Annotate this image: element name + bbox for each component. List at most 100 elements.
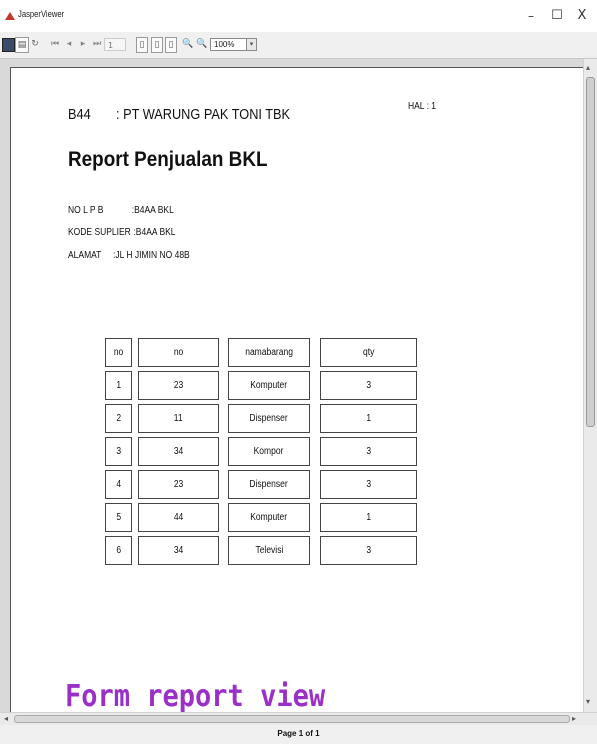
zoom-in-icon[interactable]: 🔍 bbox=[182, 37, 194, 51]
table-cell: 23 bbox=[138, 371, 219, 400]
previous-page-icon[interactable]: ◂ bbox=[64, 37, 74, 51]
cell-value: 2 bbox=[116, 413, 121, 424]
table-cell: Televisi bbox=[228, 536, 310, 565]
close-button[interactable]: X bbox=[571, 6, 593, 26]
viewer-toolbar: ▤ ↻ ⏮ ◂ ▸ ⏭ 1 ▯ ▯ ▯ 🔍 🔍 100% ▾ bbox=[0, 32, 597, 59]
table-cell: Komputer bbox=[228, 503, 310, 532]
cell-value: 6 bbox=[116, 545, 121, 556]
table-cell: 3 bbox=[320, 437, 417, 466]
window-title: JasperViewer bbox=[18, 9, 65, 19]
cell-value: Komputer bbox=[250, 512, 288, 523]
zoom-select[interactable]: 100% bbox=[210, 38, 248, 51]
table-cell: 3 bbox=[105, 437, 132, 466]
table-cell: 5 bbox=[105, 503, 132, 532]
page-label: HAL : 1 bbox=[408, 101, 437, 112]
table-cell: 4 bbox=[105, 470, 132, 499]
cell-value: 34 bbox=[173, 545, 184, 556]
zoom-out-icon[interactable]: 🔍 bbox=[196, 37, 208, 51]
scroll-down-icon[interactable]: ▾ bbox=[586, 697, 590, 706]
header-label: no bbox=[173, 347, 184, 358]
horizontal-scroll-thumb[interactable] bbox=[14, 715, 570, 723]
cell-value: Dispenser bbox=[249, 413, 289, 424]
caption-overlay: Form report view bbox=[65, 679, 326, 712]
maximize-button[interactable]: ☐ bbox=[546, 6, 568, 26]
cell-value: 44 bbox=[173, 512, 184, 523]
cell-value: 1 bbox=[366, 512, 371, 523]
scroll-up-icon[interactable]: ▴ bbox=[586, 63, 590, 72]
report-title: Report Penjualan BKL bbox=[68, 148, 268, 171]
cell-value: 1 bbox=[116, 380, 121, 391]
jasper-logo-icon bbox=[5, 12, 15, 20]
scroll-right-icon[interactable]: ▸ bbox=[572, 714, 576, 723]
last-page-icon[interactable]: ⏭ bbox=[92, 37, 102, 51]
table-cell: Kompor bbox=[228, 437, 310, 466]
table-cell: 44 bbox=[138, 503, 219, 532]
cell-value: 11 bbox=[174, 413, 183, 424]
table-cell: Komputer bbox=[228, 371, 310, 400]
actual-size-icon[interactable]: ▯ bbox=[151, 37, 163, 53]
info-label: ALAMAT bbox=[68, 250, 102, 261]
chevron-down-icon[interactable]: ▾ bbox=[246, 38, 257, 51]
table-cell: 6 bbox=[105, 536, 132, 565]
print-icon[interactable]: ▤ bbox=[15, 37, 29, 53]
status-bar: Page 1 of 1 bbox=[0, 725, 597, 744]
table-cell: 34 bbox=[138, 536, 219, 565]
company-name: : PT WARUNG PAK TONI TBK bbox=[116, 106, 291, 123]
table-header-cell: namabarang bbox=[228, 338, 310, 367]
info-row-kode-suplier: KODE SUPLIER:B4AA BKL bbox=[68, 227, 176, 238]
table-cell: 1 bbox=[320, 404, 417, 433]
table-header-cell: qty bbox=[320, 338, 417, 367]
cell-value: Kompor bbox=[254, 446, 284, 457]
cell-value: 3 bbox=[366, 479, 371, 490]
cell-value: 3 bbox=[116, 446, 121, 457]
table-cell: 34 bbox=[138, 437, 219, 466]
first-page-icon[interactable]: ⏮ bbox=[50, 37, 60, 51]
fit-page-icon[interactable]: ▯ bbox=[136, 37, 148, 53]
table-cell: 2 bbox=[105, 404, 132, 433]
title-bar: JasperViewer – ☐ X bbox=[0, 0, 597, 32]
info-row-nolpb: NO L P B :B4AA BKL bbox=[68, 205, 174, 216]
info-row-alamat: ALAMAT :JL H JIMIN NO 48B bbox=[68, 250, 190, 261]
info-value: :JL H JIMIN NO 48B bbox=[113, 250, 190, 261]
table-cell: 1 bbox=[105, 371, 132, 400]
cell-value: 3 bbox=[366, 545, 371, 556]
vertical-scrollbar[interactable]: ▴ ▾ bbox=[583, 59, 597, 712]
info-label: NO L P B bbox=[68, 205, 104, 216]
table-cell: Dispenser bbox=[228, 470, 310, 499]
table-cell: 3 bbox=[320, 371, 417, 400]
cell-value: 34 bbox=[173, 446, 184, 457]
info-value: :B4AA BKL bbox=[131, 205, 174, 216]
cell-value: Dispenser bbox=[249, 479, 289, 490]
cell-value: 1 bbox=[366, 413, 371, 424]
table-cell: Dispenser bbox=[228, 404, 310, 433]
info-value: :B4AA BKL bbox=[133, 227, 176, 238]
info-label: KODE SUPLIER bbox=[68, 227, 131, 238]
cell-value: 23 bbox=[173, 479, 184, 490]
cell-value: 3 bbox=[366, 446, 371, 457]
header-label: qty bbox=[362, 347, 375, 358]
fit-width-icon[interactable]: ▯ bbox=[165, 37, 177, 53]
header-label: namabarang bbox=[245, 347, 293, 358]
table-cell: 11 bbox=[138, 404, 219, 433]
header-label: no bbox=[113, 347, 124, 358]
vertical-scroll-thumb[interactable] bbox=[586, 77, 595, 427]
next-page-icon[interactable]: ▸ bbox=[78, 37, 88, 51]
cell-value: 23 bbox=[173, 380, 184, 391]
table-cell: 3 bbox=[320, 536, 417, 565]
page-status: Page 1 of 1 bbox=[277, 729, 320, 738]
table-cell: 23 bbox=[138, 470, 219, 499]
table-header-cell: no bbox=[138, 338, 219, 367]
scroll-left-icon[interactable]: ◂ bbox=[4, 714, 8, 723]
reload-icon[interactable]: ↻ bbox=[30, 37, 40, 51]
horizontal-scrollbar[interactable]: ◂ ▸ bbox=[0, 712, 597, 725]
cell-value: Televisi bbox=[255, 545, 283, 556]
minimize-button[interactable]: – bbox=[520, 6, 542, 26]
table-cell: 3 bbox=[320, 470, 417, 499]
cell-value: 5 bbox=[116, 512, 121, 523]
table-cell: 1 bbox=[320, 503, 417, 532]
page-number-input[interactable]: 1 bbox=[104, 38, 126, 51]
cell-value: Komputer bbox=[250, 380, 288, 391]
cell-value: 4 bbox=[116, 479, 121, 490]
table-header-cell: no bbox=[105, 338, 132, 367]
save-icon[interactable] bbox=[2, 38, 15, 52]
